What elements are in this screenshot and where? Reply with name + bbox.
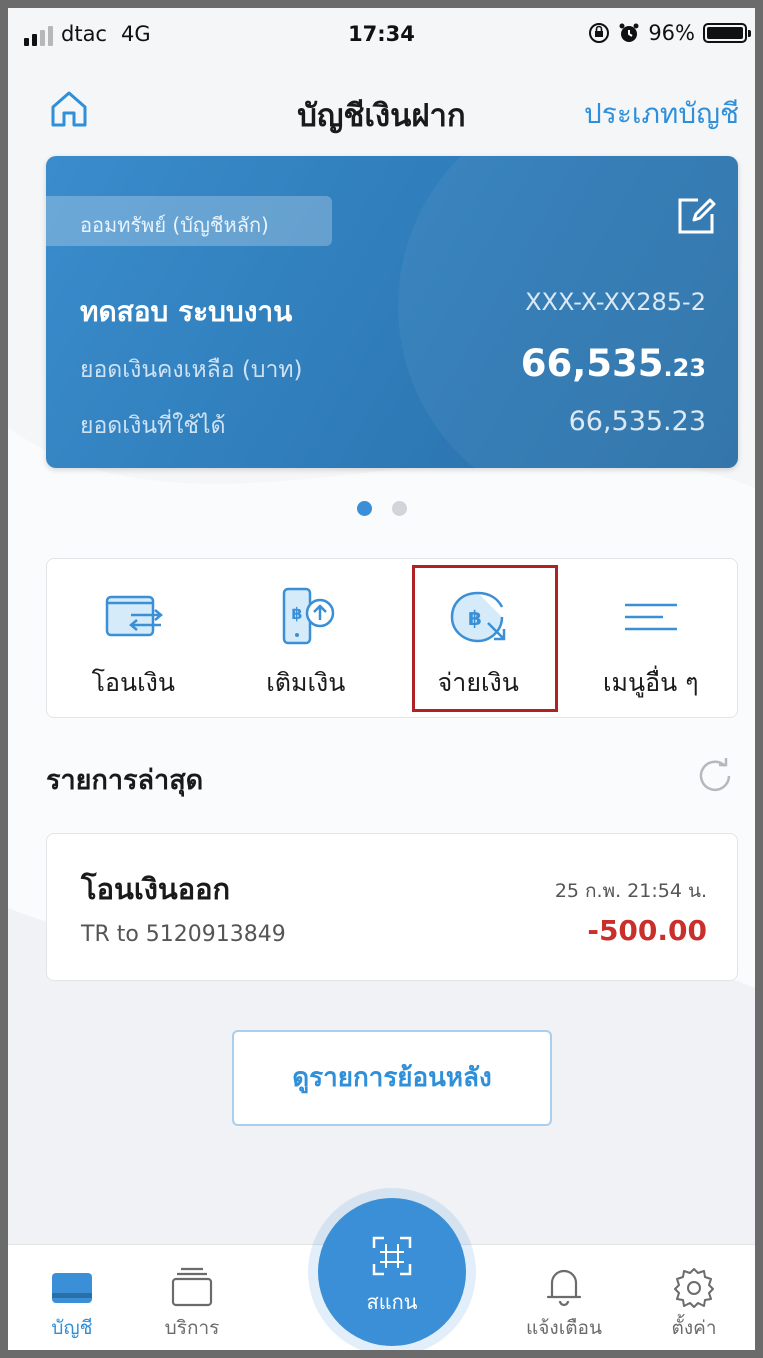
menu-icon — [624, 603, 677, 631]
app-screen: dtac 4G 17:34 96% บัญชีเงินฝาก ประเภทบัญ… — [8, 8, 755, 1350]
quick-actions: โอนเงิน ฿ เติมเงิน ฿ จ่ายเงิน เมนูอื่น ๆ — [46, 558, 738, 718]
gear-icon — [674, 1268, 714, 1308]
battery-percent: 96% — [648, 21, 695, 45]
balance-integer: 66,535 — [520, 342, 664, 385]
svg-text:฿: ฿ — [291, 604, 302, 623]
header: บัญชีเงินฝาก ประเภทบัญชี — [8, 74, 755, 142]
view-history-button[interactable]: ดูรายการย้อนหลัง — [232, 1030, 552, 1126]
recent-transactions-title: รายการล่าสุด — [46, 765, 204, 796]
action-label: เมนูอื่น ๆ — [602, 668, 699, 697]
action-more-menu[interactable]: เมนูอื่น ๆ — [565, 559, 738, 717]
balance-value: 66,535.23 — [521, 342, 706, 385]
card-pagination — [8, 501, 755, 516]
bell-icon — [546, 1269, 582, 1307]
tab-label: บริการ — [164, 1317, 220, 1339]
tab-label: บัญชี — [51, 1317, 93, 1339]
tab-services[interactable]: บริการ — [132, 1245, 252, 1350]
status-right: 96% — [588, 21, 751, 45]
page-dot-2[interactable] — [391, 501, 407, 516]
tab-account[interactable]: บัญชี — [12, 1245, 132, 1350]
action-topup[interactable]: ฿ เติมเงิน — [220, 559, 393, 717]
services-icon — [171, 1267, 213, 1307]
transaction-amount: -500.00 — [587, 914, 707, 947]
balance-decimal: .23 — [663, 354, 706, 382]
account-type-badge: ออมทรัพย์ (บัญชีหลัก) — [46, 196, 332, 246]
action-label: โอนเงิน — [91, 668, 175, 697]
alarm-icon — [619, 23, 639, 42]
available-balance-value: 66,535.23 — [568, 406, 706, 437]
highlight-pay-action — [412, 565, 558, 712]
transaction-title: โอนเงินออก — [81, 872, 231, 906]
battery-icon — [703, 23, 751, 43]
status-bar: dtac 4G 17:34 96% — [8, 8, 755, 64]
account-name: ทดสอบ ระบบงาน — [80, 295, 293, 328]
tab-label: แจ้งเตือน — [526, 1317, 602, 1339]
refresh-icon[interactable] — [695, 756, 735, 796]
scan-label: สแกน — [366, 1290, 418, 1314]
rotation-lock-icon — [589, 23, 610, 43]
tab-settings[interactable]: ตั้งค่า — [634, 1245, 754, 1350]
transaction-description: TR to 5120913849 — [81, 922, 286, 947]
account-icon — [52, 1273, 92, 1303]
account-number: XXX-X-XX285-2 — [525, 288, 706, 316]
available-balance-label: ยอดเงินที่ใช้ได้ — [80, 413, 226, 439]
balance-label: ยอดเงินคงเหลือ (บาท) — [80, 357, 303, 383]
topup-icon: ฿ — [282, 587, 334, 645]
page-dot-1[interactable] — [356, 501, 372, 516]
action-transfer[interactable]: โอนเงิน — [47, 559, 220, 717]
tab-notifications[interactable]: แจ้งเตือน — [504, 1245, 624, 1350]
account-type-link[interactable]: ประเภทบัญชี — [584, 92, 739, 136]
transaction-item[interactable]: โอนเงินออก 25 ก.พ. 21:54 น. TR to 512091… — [46, 833, 738, 981]
scan-button[interactable]: สแกน — [318, 1198, 466, 1346]
account-card[interactable]: ออมทรัพย์ (บัญชีหลัก) ทดสอบ ระบบงาน XXX-… — [46, 156, 738, 468]
action-label: เติมเงิน — [266, 668, 346, 697]
edit-icon[interactable] — [674, 194, 718, 238]
scan-icon — [372, 1236, 412, 1276]
transfer-icon — [106, 595, 164, 637]
transaction-datetime: 25 ก.พ. 21:54 น. — [554, 880, 707, 902]
tab-label: ตั้งค่า — [671, 1317, 717, 1339]
